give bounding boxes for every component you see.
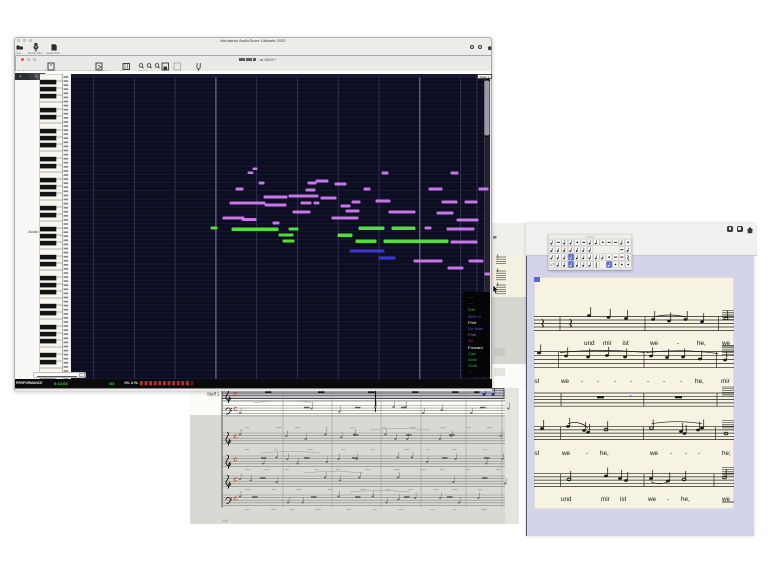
- svg-text:-: -: [614, 378, 616, 385]
- svg-text:we: we: [560, 378, 570, 385]
- svg-text:ist: ist: [620, 496, 627, 503]
- svg-text:we: we: [649, 340, 659, 347]
- svg-text:ist: ist: [534, 378, 540, 385]
- svg-text:mir: mir: [603, 340, 612, 347]
- svg-text:17: 17: [550, 263, 554, 267]
- svg-text:-: -: [680, 378, 682, 385]
- svg-text:C: C: [234, 477, 238, 483]
- svg-text:he,: he,: [600, 450, 609, 457]
- svg-text:we: we: [561, 450, 571, 457]
- svg-text:-: -: [586, 450, 588, 457]
- svg-text:-: -: [667, 496, 669, 503]
- svg-text:und: und: [584, 340, 595, 347]
- svg-text:ist: ist: [534, 450, 540, 457]
- svg-text:+: +: [35, 74, 38, 79]
- svg-text:und: und: [561, 496, 572, 503]
- svg-text:Keypad: Keypad: [585, 234, 595, 238]
- svg-text:-: -: [581, 378, 583, 385]
- svg-text:he,: he,: [697, 340, 706, 347]
- svg-text:mir: mir: [721, 378, 730, 385]
- svg-text:C: C: [234, 434, 238, 440]
- svg-text:Staff 1: Staff 1: [207, 392, 220, 397]
- svg-text:-: -: [685, 450, 687, 457]
- svg-text:C: C: [234, 457, 238, 463]
- svg-text:-: -: [647, 378, 649, 385]
- svg-text:he,: he,: [695, 378, 704, 385]
- svg-text:he,: he,: [681, 496, 690, 503]
- svg-text:we: we: [647, 496, 657, 503]
- svg-text:-: -: [698, 450, 700, 457]
- svg-text:-: -: [663, 378, 665, 385]
- svg-text:C: C: [234, 392, 238, 398]
- svg-text:C: C: [234, 407, 238, 413]
- svg-text:144: 144: [222, 519, 228, 523]
- svg-text:he;: he;: [722, 450, 731, 457]
- svg-text:-: -: [677, 340, 679, 347]
- svg-text:-: -: [670, 450, 672, 457]
- svg-text:+: +: [19, 74, 22, 79]
- svg-text:mir: mir: [601, 496, 610, 503]
- svg-text:C: C: [234, 496, 238, 502]
- svg-text:-: -: [630, 378, 632, 385]
- svg-text:ist: ist: [623, 340, 630, 347]
- svg-text:-: -: [597, 378, 599, 385]
- svg-text:we: we: [649, 450, 659, 457]
